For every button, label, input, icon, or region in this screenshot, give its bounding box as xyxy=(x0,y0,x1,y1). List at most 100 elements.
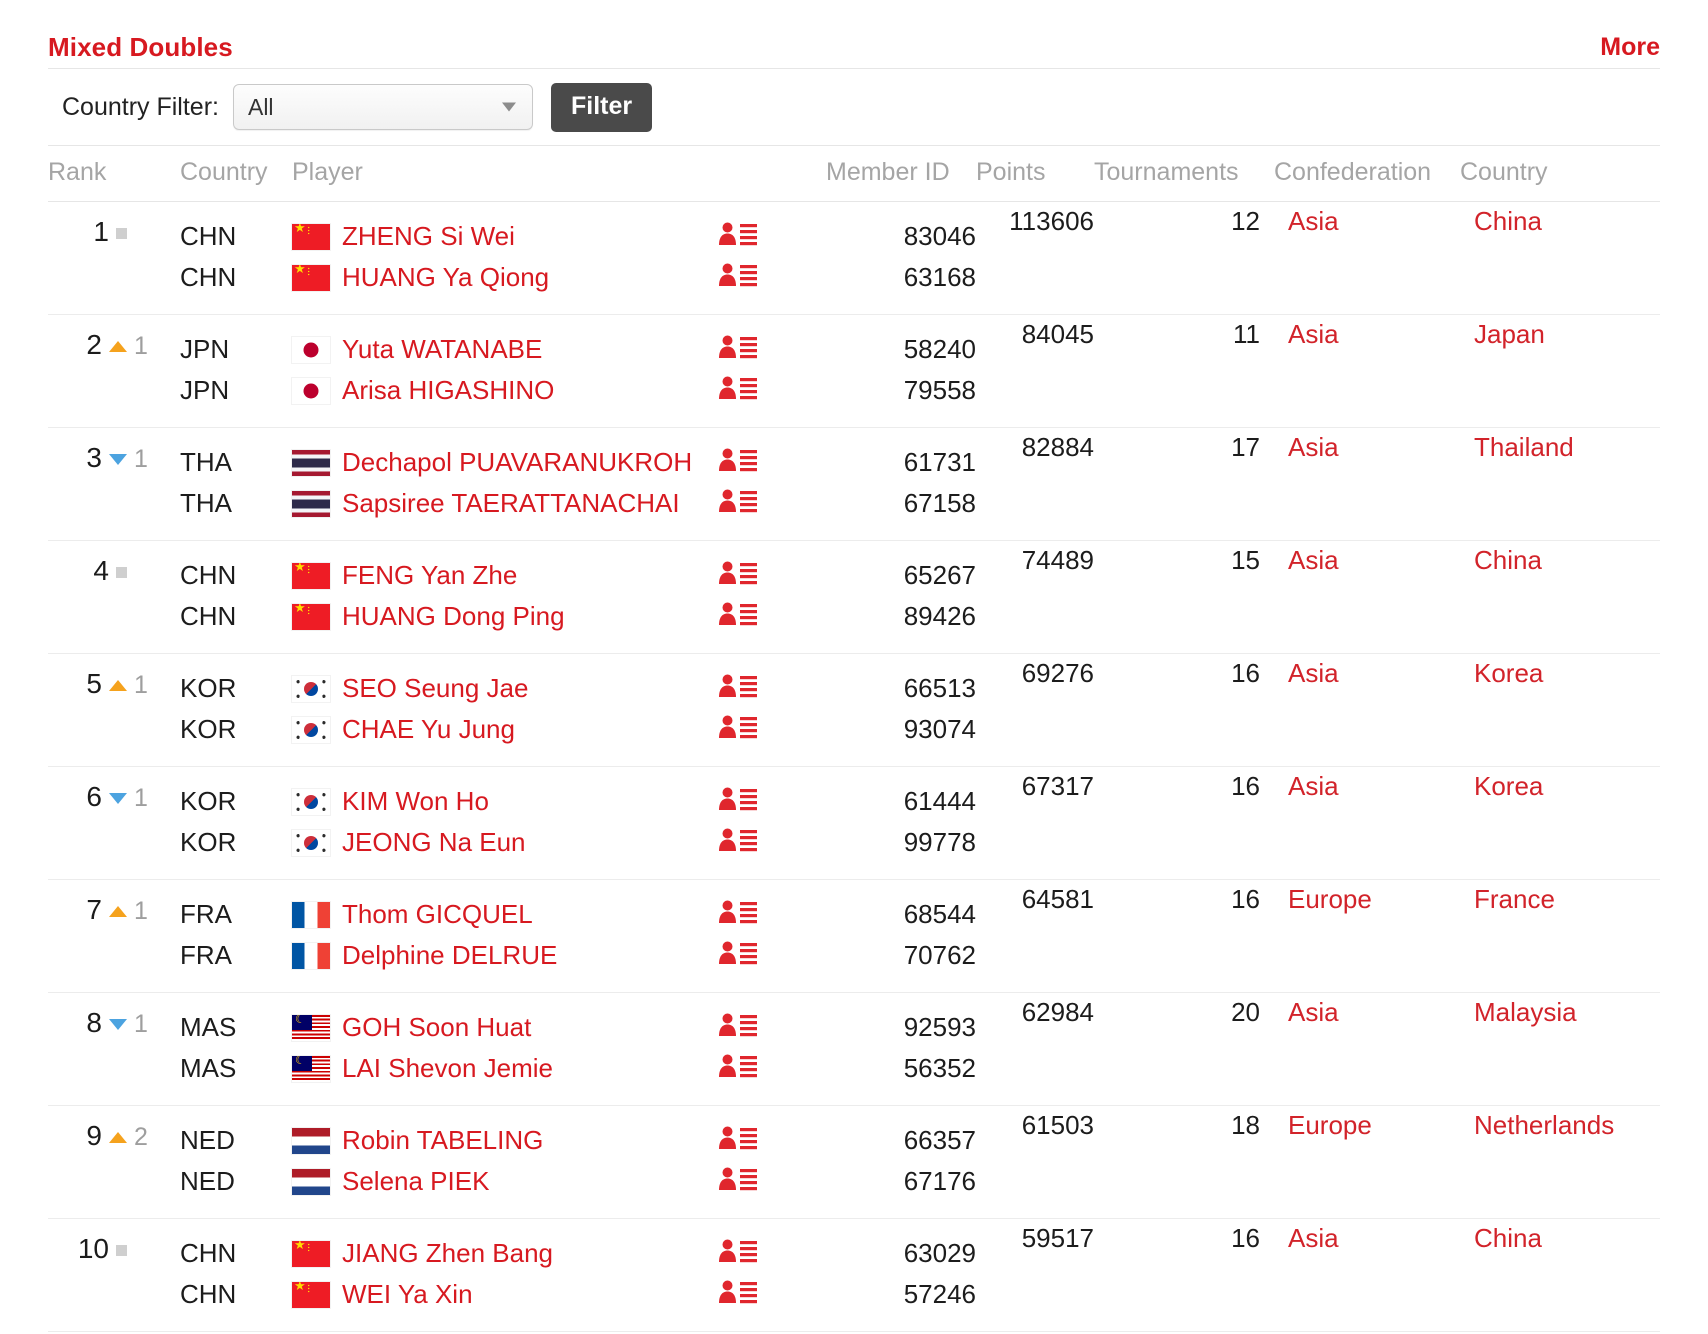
player-name-link[interactable]: JEONG Na Eun xyxy=(342,827,526,858)
country-cell: Malaysia xyxy=(1460,992,1660,1106)
player-profile-cell xyxy=(708,427,826,541)
player-profile-icon[interactable] xyxy=(718,673,758,704)
country-link[interactable]: Korea xyxy=(1474,771,1543,802)
filter-button[interactable]: Filter xyxy=(550,82,653,132)
column-header-points[interactable]: Points xyxy=(976,146,1094,202)
country-link[interactable]: Thailand xyxy=(1474,432,1574,463)
column-header-nat[interactable]: Country xyxy=(180,146,292,202)
rank-number: 9 xyxy=(86,1120,102,1151)
rank-movement-amount: 1 xyxy=(134,784,148,812)
confederation-link[interactable]: Asia xyxy=(1288,771,1339,802)
player-profile-icon[interactable] xyxy=(718,1053,758,1084)
player-profile-icon[interactable] xyxy=(718,447,758,478)
tournaments-value: 17 xyxy=(1231,432,1260,462)
player-name-link[interactable]: Sapsiree TAERATTANACHAI xyxy=(342,488,680,519)
confederation-link[interactable]: Asia xyxy=(1288,658,1339,689)
confederation-link[interactable]: Asia xyxy=(1288,1223,1339,1254)
confederation-link[interactable]: Europe xyxy=(1288,1110,1372,1141)
country-link[interactable]: Netherlands xyxy=(1474,1110,1614,1141)
country-link[interactable]: Japan xyxy=(1474,319,1545,350)
country-link[interactable]: Korea xyxy=(1474,658,1543,689)
confederation-cell: Europe xyxy=(1274,1105,1460,1219)
nat-code-cell: FRA FRA xyxy=(180,879,292,993)
player-profile-icon[interactable] xyxy=(718,899,758,930)
chevron-down-icon xyxy=(501,102,516,112)
column-header-player[interactable]: Player xyxy=(292,146,708,202)
player-name-link[interactable]: Robin TABELING xyxy=(342,1125,543,1156)
column-header-confederation[interactable]: Confederation xyxy=(1274,146,1460,202)
nat-code: THA xyxy=(180,447,232,477)
player-profile-icon[interactable] xyxy=(718,940,758,971)
country-link[interactable]: China xyxy=(1474,1223,1542,1254)
player-profile-icon[interactable] xyxy=(718,1166,758,1197)
rank-cell: 4 xyxy=(48,540,180,654)
tournaments-cell: 17 xyxy=(1094,427,1274,541)
player-profile-icon[interactable] xyxy=(718,334,758,365)
confederation-link[interactable]: Asia xyxy=(1288,319,1339,350)
player-profile-icon[interactable] xyxy=(718,1238,758,1269)
country-filter-select[interactable]: All xyxy=(232,84,533,130)
player-name-link[interactable]: KIM Won Ho xyxy=(342,786,489,817)
nat-code: KOR xyxy=(180,714,237,744)
column-header-country[interactable]: Country xyxy=(1460,146,1660,202)
player-profile-icon[interactable] xyxy=(718,375,758,406)
column-header-rank[interactable]: Rank xyxy=(48,146,180,202)
confederation-link[interactable]: Asia xyxy=(1288,206,1339,237)
player-name-link[interactable]: Dechapol PUAVARANUKROH xyxy=(342,447,692,478)
column-header-tournaments[interactable]: Tournaments xyxy=(1094,146,1274,202)
player-profile-icon[interactable] xyxy=(718,1125,758,1156)
player-profile-icon[interactable] xyxy=(718,262,758,293)
player-profile-icon[interactable] xyxy=(718,601,758,632)
player-profile-icon[interactable] xyxy=(718,488,758,519)
player-name-link[interactable]: FENG Yan Zhe xyxy=(342,560,517,591)
rank-number: 3 xyxy=(86,442,102,473)
player-name-link[interactable]: Thom GICQUEL xyxy=(342,899,533,930)
country-link[interactable]: China xyxy=(1474,545,1542,576)
player-profile-icon[interactable] xyxy=(718,714,758,745)
player-name-link[interactable]: Delphine DELRUE xyxy=(342,940,557,971)
tournaments-cell: 11 xyxy=(1094,314,1274,428)
player-profile-icon[interactable] xyxy=(718,827,758,858)
player-profile-icon[interactable] xyxy=(718,1012,758,1043)
player-name-link[interactable]: Yuta WATANABE xyxy=(342,334,542,365)
nat-code: CHN xyxy=(180,262,237,292)
player-name-link[interactable]: Selena PIEK xyxy=(342,1166,489,1197)
player-name-link[interactable]: WEI Ya Xin xyxy=(342,1279,473,1310)
player-profile-icon[interactable] xyxy=(718,1279,758,1310)
confederation-cell: Asia xyxy=(1274,1218,1460,1332)
confederation-link[interactable]: Asia xyxy=(1288,997,1339,1028)
player-name-link[interactable]: LAI Shevon Jemie xyxy=(342,1053,553,1084)
tournaments-cell: 16 xyxy=(1094,766,1274,880)
confederation-link[interactable]: Asia xyxy=(1288,545,1339,576)
tournaments-value: 16 xyxy=(1231,884,1260,914)
flag-fra-icon xyxy=(292,942,330,969)
flag-kor-icon xyxy=(292,716,330,743)
tournaments-value: 12 xyxy=(1231,206,1260,236)
player-name-link[interactable]: GOH Soon Huat xyxy=(342,1012,531,1043)
member-id-value: 83046 xyxy=(903,221,976,251)
player-name-link[interactable]: SEO Seung Jae xyxy=(342,673,528,704)
player-profile-icon[interactable] xyxy=(718,560,758,591)
nat-code: CHN xyxy=(180,221,237,251)
more-link[interactable]: More xyxy=(1600,33,1660,62)
nat-code: JPN xyxy=(180,375,230,405)
player-profile-icon[interactable] xyxy=(718,221,758,252)
rank-cell: 61 xyxy=(48,766,180,880)
country-link[interactable]: France xyxy=(1474,884,1555,915)
confederation-link[interactable]: Europe xyxy=(1288,884,1372,915)
player-name-link[interactable]: HUANG Ya Qiong xyxy=(342,262,549,293)
player-name-link[interactable]: ZHENG Si Wei xyxy=(342,221,515,252)
rank-movement-amount: 1 xyxy=(134,671,148,699)
confederation-link[interactable]: Asia xyxy=(1288,432,1339,463)
player-name-link[interactable]: Arisa HIGASHINO xyxy=(342,375,554,406)
player-name-link[interactable]: HUANG Dong Ping xyxy=(342,601,565,632)
player-profile-icon[interactable] xyxy=(718,786,758,817)
country-link[interactable]: China xyxy=(1474,206,1542,237)
table-body: 1CHNCHNZHENG Si WeiHUANG Ya Qiong8304663… xyxy=(48,201,1660,1332)
player-name-link[interactable]: CHAE Yu Jung xyxy=(342,714,515,745)
player-name-link[interactable]: JIANG Zhen Bang xyxy=(342,1238,553,1269)
tournaments-value: 16 xyxy=(1231,771,1260,801)
country-link[interactable]: Malaysia xyxy=(1474,997,1577,1028)
flag-kor-icon xyxy=(292,675,330,702)
column-header-member-id[interactable]: Member ID xyxy=(826,146,976,202)
